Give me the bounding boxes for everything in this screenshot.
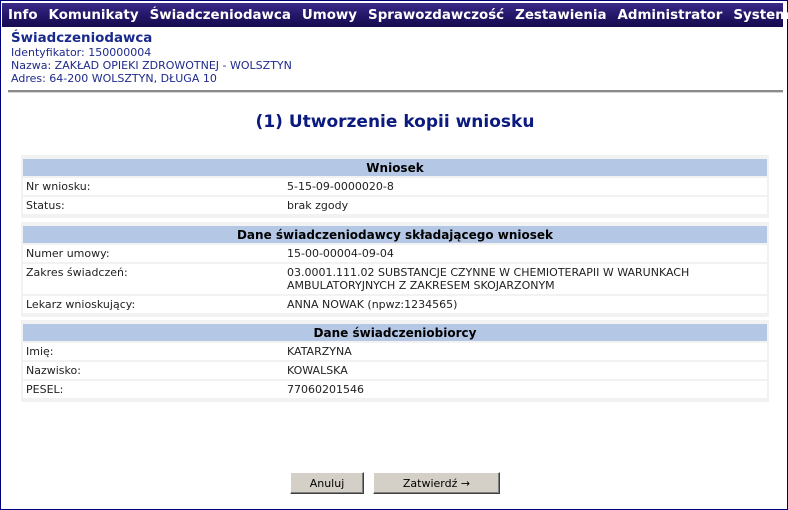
table-row: Numer umowy: 15-00-00004-09-04 <box>23 245 767 262</box>
field-value: ANNA NOWAK (npwz:1234565) <box>284 296 767 313</box>
menu-swiadczeniodawca[interactable]: Świadczeniodawca <box>144 8 296 23</box>
section-header: Wniosek <box>23 159 767 176</box>
table-row: Lekarz wnioskujący: ANNA NOWAK (npwz:123… <box>23 296 767 313</box>
page-title: (1) Utworzenie kopii wniosku <box>255 112 535 132</box>
provider-address: Adres: 64-200 WOLSZTYN, DŁUGA 10 <box>11 72 217 85</box>
field-value: 77060201546 <box>284 381 767 398</box>
provider-info: Świadczeniodawca Identyfikator: 15000000… <box>11 31 292 85</box>
field-value: KOWALSKA <box>284 362 767 379</box>
table-row: Status: brak zgody <box>23 197 767 214</box>
provider-identifier: Identyfikator: 150000004 <box>11 46 152 59</box>
confirm-button[interactable]: Zatwierdź → <box>373 472 500 494</box>
table-row: PESEL: 77060201546 <box>23 381 767 398</box>
section-patient: Dane świadczeniobiorcy Imię: KATARZYNA N… <box>21 320 769 402</box>
provider-title: Świadczeniodawca <box>11 31 153 46</box>
field-label: Numer umowy: <box>23 245 284 262</box>
menu-komunikaty[interactable]: Komunikaty <box>43 8 144 23</box>
section-provider-data: Dane świadczeniodawcy składającego wnios… <box>21 222 769 317</box>
field-label: Zakres świadczeń: <box>23 264 284 294</box>
field-label: Imię: <box>23 343 284 360</box>
field-value: 5-15-09-0000020-8 <box>284 178 767 195</box>
section-wniosek: Wniosek Nr wniosku: 5-15-09-0000020-8 St… <box>21 155 769 218</box>
field-value: 03.0001.111.02 SUBSTANCJE CZYNNE W CHEMI… <box>284 264 767 294</box>
field-value: 15-00-00004-09-04 <box>284 245 767 262</box>
menu-umowy[interactable]: Umowy <box>296 8 362 23</box>
field-label: Nr wniosku: <box>23 178 284 195</box>
section-header: Dane świadczeniobiorcy <box>23 324 767 341</box>
field-label: Lekarz wnioskujący: <box>23 296 284 313</box>
field-value: brak zgody <box>284 197 767 214</box>
field-label: PESEL: <box>23 381 284 398</box>
menu-zestawienia[interactable]: Zestawienia <box>509 8 611 23</box>
app-frame: Info Komunikaty Świadczeniodawca Umowy S… <box>0 0 788 510</box>
table-row: Imię: KATARZYNA <box>23 343 767 360</box>
divider <box>8 90 783 93</box>
field-label: Nazwisko: <box>23 362 284 379</box>
provider-name: Nazwa: ZAKŁAD OPIEKI ZDROWOTNEJ - WOLSZT… <box>11 59 292 72</box>
main-menu: Info Komunikaty Świadczeniodawca Umowy S… <box>2 3 788 27</box>
menu-system[interactable]: System <box>727 8 788 23</box>
table-row: Nazwisko: KOWALSKA <box>23 362 767 379</box>
menu-administrator[interactable]: Administrator <box>612 8 728 23</box>
menu-info[interactable]: Info <box>2 8 43 23</box>
cancel-button[interactable]: Anuluj <box>290 472 364 494</box>
table-row: Nr wniosku: 5-15-09-0000020-8 <box>23 178 767 195</box>
section-header: Dane świadczeniodawcy składającego wnios… <box>23 226 767 243</box>
table-row: Zakres świadczeń: 03.0001.111.02 SUBSTAN… <box>23 264 767 294</box>
menu-sprawozdawczosc[interactable]: Sprawozdawczość <box>362 8 509 23</box>
field-value: KATARZYNA <box>284 343 767 360</box>
field-label: Status: <box>23 197 284 214</box>
